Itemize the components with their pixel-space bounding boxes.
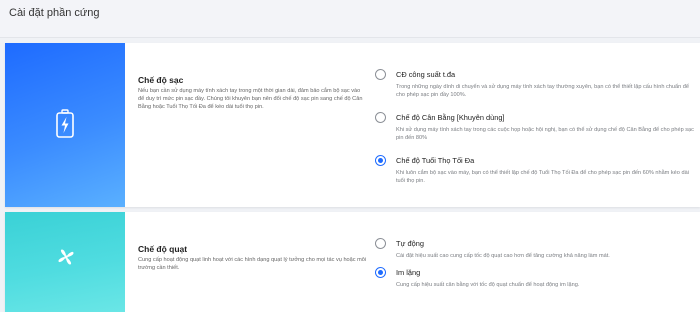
option-description: Khi sử dụng máy tính xách tay trong các … bbox=[396, 127, 694, 141]
page-header: Cài đặt phần cứng bbox=[0, 0, 700, 38]
charge-mode-description: Nếu bạn cần sử dụng máy tính xách tay tr… bbox=[138, 88, 363, 110]
option-description: Cài đặt hiệu suất cao cung cấp tốc độ qu… bbox=[396, 253, 610, 259]
option-label: Tự động bbox=[396, 239, 424, 248]
fan-mode-panel bbox=[5, 212, 125, 312]
battery-charging-icon bbox=[55, 109, 75, 144]
radio-button-selected[interactable] bbox=[375, 155, 386, 166]
option-description: Khi luôn cắm bộ sạc vào máy, bạn có thể … bbox=[396, 170, 689, 184]
radio-button[interactable] bbox=[375, 238, 386, 249]
charge-mode-card: Chế độ sạc Nếu bạn cần sử dụng máy tính … bbox=[5, 43, 700, 207]
radio-button[interactable] bbox=[375, 112, 386, 123]
fan-mode-title: Chế độ quạt bbox=[138, 244, 188, 254]
option-description: Trong những ngày dính di chuyển và sử dụ… bbox=[396, 84, 690, 98]
charge-mode-title: Chế độ sạc bbox=[138, 75, 184, 85]
option-label: Chế độ Tuổi Thọ Tối Đa bbox=[396, 156, 475, 165]
page-title: Cài đặt phần cứng bbox=[9, 7, 100, 19]
option-description: Cung cấp hiệu suất cân bằng với tốc độ q… bbox=[396, 282, 580, 288]
radio-button-selected[interactable] bbox=[375, 267, 386, 278]
charge-mode-panel bbox=[5, 43, 125, 207]
option-label: Im lặng bbox=[396, 268, 421, 277]
option-label: CĐ công suất t.đa bbox=[396, 70, 456, 79]
fan-icon bbox=[55, 246, 77, 273]
option-label: Chế độ Cân Bằng [Khuyên dùng] bbox=[396, 113, 505, 122]
fan-mode-description: Cung cấp hoạt động quạt linh hoạt với cá… bbox=[138, 257, 367, 271]
fan-mode-card: Chế độ quạt Cung cấp hoạt động quạt linh… bbox=[5, 212, 700, 312]
radio-button[interactable] bbox=[375, 69, 386, 80]
